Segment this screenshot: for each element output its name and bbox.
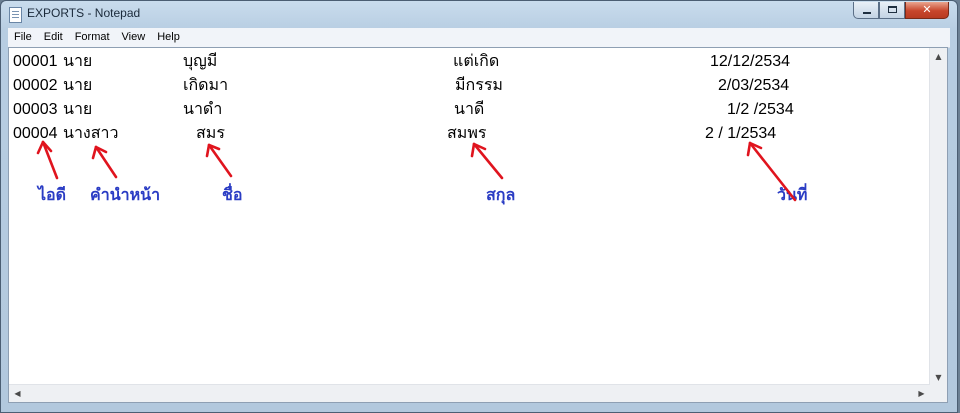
menu-format[interactable]: Format [69,28,116,47]
menu-edit[interactable]: Edit [38,28,69,47]
row-id: 00001 [13,53,58,70]
vertical-scrollbar[interactable]: ▲ ▼ [929,48,947,386]
minimize-icon [863,12,871,14]
row-date: 1/2 /2534 [727,101,794,118]
menu-view[interactable]: View [116,28,152,47]
close-icon: ✕ [922,3,932,16]
scroll-up-icon[interactable]: ▲ [930,48,947,65]
row-date: 2/03/2534 [718,77,790,94]
annotation-first-name-label: ชื่อ [222,187,243,204]
horizontal-scrollbar[interactable]: ◀ ▶ [9,384,930,402]
row-prefix: นาย [63,77,93,94]
row-date: 2 / 1/2534 [705,125,777,142]
scroll-left-icon[interactable]: ◀ [9,385,26,402]
row-id: 00004 [13,125,58,142]
row-last-name: สมพร [447,125,487,142]
row-prefix: นาย [63,53,93,70]
text-content[interactable]: 00001 นาย บุญมี แต่เกิด 12/12/2534 00002… [13,51,929,384]
maximize-icon [888,6,897,13]
text-editor[interactable]: 00001 นาย บุญมี แต่เกิด 12/12/2534 00002… [8,47,948,403]
row-prefix: นาย [63,101,93,118]
annotation-id-label: ไอดี [38,187,67,204]
row-first-name: บุญมี [183,53,218,70]
window-title: EXPORTS - Notepad [27,6,141,20]
annotation-last-name-label: สกุล [486,187,516,204]
maximize-button[interactable] [879,2,905,19]
row-prefix: นางสาว [63,125,119,142]
row-last-name: นาดี [454,101,485,118]
notepad-icon[interactable] [9,7,22,23]
menu-bar: File Edit Format View Help [8,28,950,48]
menu-help[interactable]: Help [151,28,186,47]
minimize-button[interactable] [853,2,879,19]
row-last-name: แต่เกิด [453,53,500,70]
annotation-date-label: วันที่ [777,187,808,204]
row-first-name: สมร [196,125,225,142]
window-controls: ✕ [853,2,949,20]
menu-file[interactable]: File [8,28,38,47]
row-last-name: มีกรรม [455,77,503,94]
scroll-right-icon[interactable]: ▶ [913,385,930,402]
row-id: 00003 [13,101,58,118]
row-id: 00002 [13,77,58,94]
title-bar[interactable]: EXPORTS - Notepad ✕ [1,1,957,27]
row-first-name: นาดำ [183,101,223,118]
row-first-name: เกิดมา [183,77,229,94]
close-button[interactable]: ✕ [905,2,949,19]
scroll-down-icon[interactable]: ▼ [930,369,947,386]
row-date: 12/12/2534 [710,53,791,70]
annotation-prefix-label: คำนำหน้า [90,187,161,204]
scrollbar-corner [930,385,947,402]
